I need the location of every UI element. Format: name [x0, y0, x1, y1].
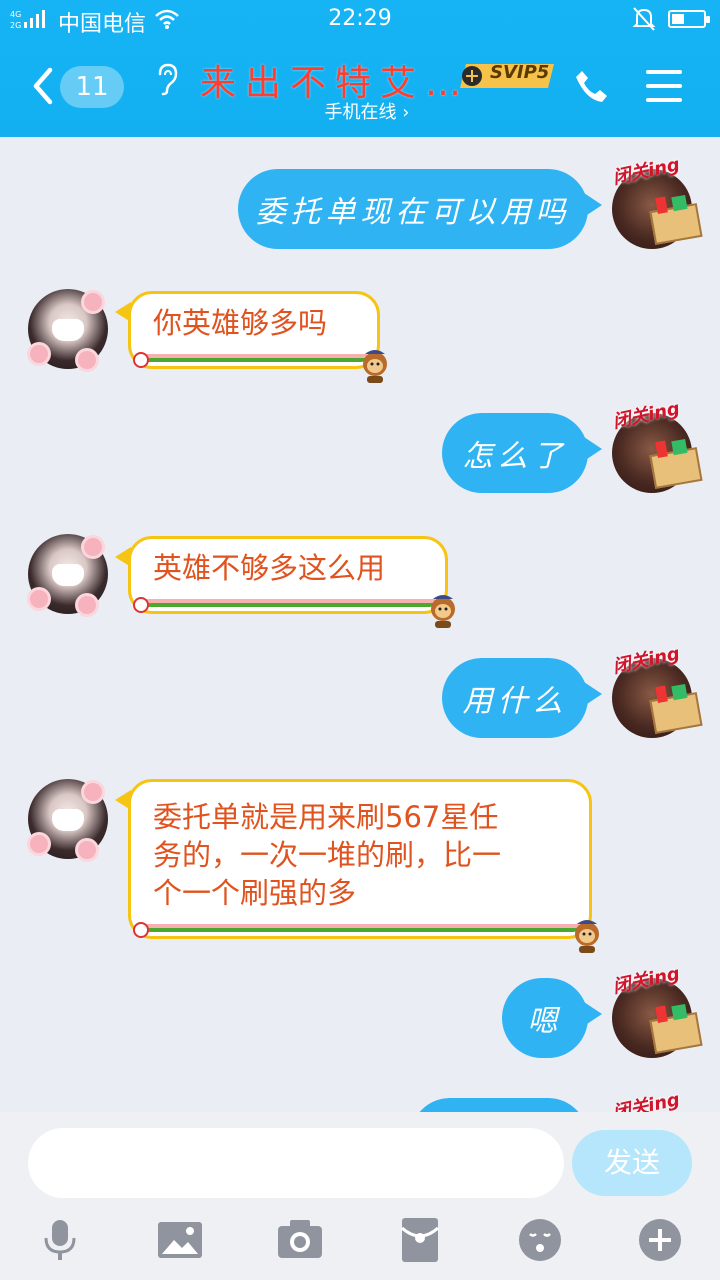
avatar-tag: 闭关ing: [610, 1089, 682, 1112]
phone-call-icon[interactable]: [574, 68, 610, 104]
message-text-line: 务的，一次一堆的刷，比一: [153, 838, 502, 872]
message-bubble-self[interactable]: 委托单现在可以用吗: [238, 169, 602, 249]
message-input[interactable]: [28, 1128, 564, 1198]
message-row: 你英雄够多吗: [0, 277, 720, 397]
contact-avatar[interactable]: [28, 779, 108, 859]
red-packet-icon[interactable]: [398, 1218, 442, 1262]
message-row: 嗯 闭关ing: [0, 962, 720, 1082]
monkey-mascot-icon: [363, 350, 387, 383]
message-bubble-other[interactable]: 委托单就是用来刷567星任 务的，一次一堆的刷，比一 个一个刷强的多: [115, 779, 599, 953]
message-text: 英雄不够多这么用: [153, 551, 386, 585]
message-text-line: 委托单就是用来刷567星任: [153, 800, 499, 834]
message-row: 闭关ing: [0, 1089, 720, 1112]
microphone-icon[interactable]: [38, 1218, 82, 1262]
message-text-line: 个一个刷强的多: [153, 876, 357, 910]
chat-header: 4G 2G 中国电信 22:29 11 来出不特艾… SVIP5 手机在线 ›: [0, 0, 720, 137]
monkey-mascot-icon: [575, 920, 599, 953]
input-bar: 发送: [0, 1112, 720, 1280]
message-row: 委托单现在可以用吗 闭关ing: [0, 137, 720, 267]
status-bar: 4G 2G 中国电信 22:29: [0, 0, 720, 40]
emoji-icon[interactable]: [518, 1218, 562, 1262]
monkey-mascot-icon: [431, 595, 455, 628]
mute-bell-icon: [632, 7, 656, 31]
camera-icon[interactable]: [278, 1218, 322, 1262]
message-bubble-self[interactable]: 怎么了: [442, 413, 602, 493]
menu-icon[interactable]: [646, 70, 682, 102]
message-list[interactable]: 委托单现在可以用吗 闭关ing 你英雄够多吗 怎么了 闭关ing 英雄不够多这么…: [0, 137, 720, 1112]
message-bubble-other[interactable]: 英雄不够多这么用: [115, 536, 455, 628]
picture-icon[interactable]: [158, 1218, 202, 1262]
message-text: 你英雄够多吗: [153, 306, 328, 340]
message-bubble-self[interactable]: 用什么: [442, 658, 602, 738]
contact-avatar[interactable]: [28, 289, 108, 369]
message-row: 用什么 闭关ing: [0, 642, 720, 762]
message-row: 委托单就是用来刷567星任 务的，一次一堆的刷，比一 个一个刷强的多: [0, 767, 720, 953]
clock: 22:29: [328, 6, 392, 31]
plus-icon[interactable]: [638, 1218, 682, 1262]
send-button[interactable]: 发送: [572, 1130, 692, 1196]
message-bubble-other[interactable]: 你英雄够多吗: [115, 291, 387, 383]
message-row: 英雄不够多这么用: [0, 522, 720, 642]
message-row: 怎么了 闭关ing: [0, 397, 720, 517]
message-bubble-self[interactable]: [410, 1098, 588, 1112]
online-status[interactable]: 手机在线 ›: [0, 98, 720, 124]
earpiece-mode-icon[interactable]: [152, 62, 180, 96]
battery-icon: [668, 10, 710, 28]
message-bubble-self[interactable]: 嗯: [502, 978, 602, 1058]
contact-avatar[interactable]: [28, 534, 108, 614]
svip-label: SVIP5: [490, 62, 550, 83]
